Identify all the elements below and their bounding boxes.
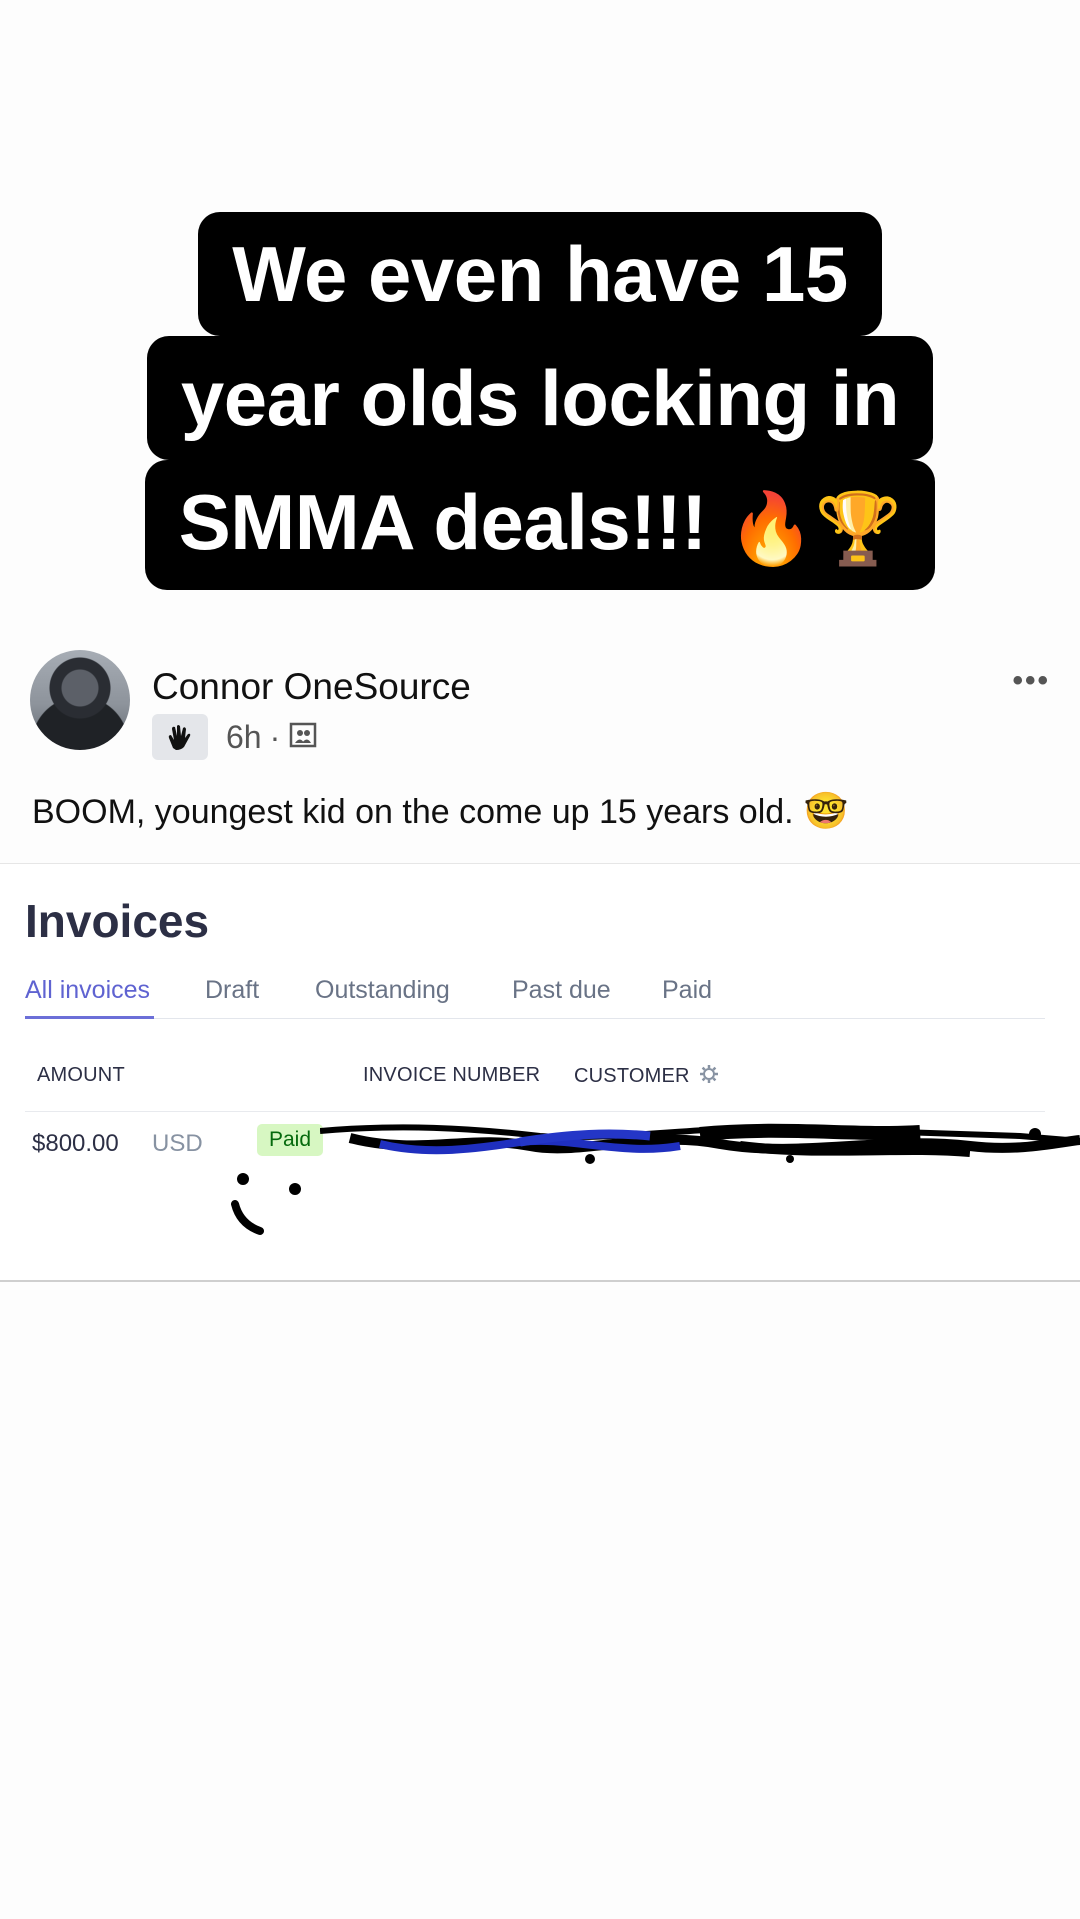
invoice-currency: USD — [152, 1130, 203, 1157]
waving-hand-icon[interactable] — [152, 714, 208, 760]
caption-line-2: year olds locking in — [146, 336, 934, 460]
more-options-icon[interactable]: ••• — [1012, 664, 1050, 698]
tab-all-invoices[interactable]: All invoices — [25, 976, 150, 1005]
column-invoice-number: INVOICE NUMBER — [363, 1064, 541, 1086]
group-audience-icon — [288, 720, 318, 755]
post-body: BOOM, youngest kid on the come up 15 yea… — [32, 790, 848, 832]
hand-drawn-mark — [231, 1173, 301, 1235]
nerd-face-emoji: 🤓 — [803, 791, 849, 832]
tab-past-due[interactable]: Past due — [512, 976, 611, 1005]
caption-line-1: We even have 15 — [198, 212, 882, 336]
post-text: BOOM, youngest kid on the come up 15 yea… — [32, 793, 794, 831]
caption-line-3: SMMA deals!!! — [178, 478, 707, 566]
fire-trophy-emoji: 🔥🏆 — [727, 487, 902, 570]
invoices-screenshot: Invoices All invoices Draft Outstanding … — [0, 864, 1080, 1280]
post-time[interactable]: 6h — [226, 719, 262, 756]
gear-icon[interactable] — [699, 1064, 719, 1084]
tab-outstanding[interactable]: Outstanding — [315, 976, 450, 1005]
status-badge: Paid — [257, 1124, 324, 1156]
tab-paid[interactable]: Paid — [662, 976, 712, 1005]
author-name[interactable]: Connor OneSource — [152, 666, 471, 708]
divider-bottom — [0, 1280, 1080, 1282]
column-amount: AMOUNT — [37, 1064, 125, 1086]
post-meta: 6h · — [152, 714, 318, 760]
avatar[interactable] — [30, 650, 130, 750]
table-header-divider — [25, 1111, 1045, 1112]
column-customer: CUSTOMER — [574, 1064, 719, 1088]
tab-draft[interactable]: Draft — [205, 976, 259, 1005]
column-customer-label: CUSTOMER — [574, 1065, 690, 1087]
invoices-title: Invoices — [25, 895, 210, 947]
post-header: Connor OneSource 6h · ••• — [30, 650, 1060, 760]
redaction-scribble — [320, 1123, 1080, 1164]
invoice-amount: $800.00 — [32, 1130, 119, 1157]
meta-separator: · — [269, 718, 281, 755]
invoice-tabs: All invoices Draft Outstanding Past due … — [25, 968, 1045, 1019]
caption-overlay: We even have 15 year olds locking in SMM… — [0, 212, 1080, 591]
active-tab-indicator — [25, 1016, 154, 1019]
caption-line-3-box: SMMA deals!!! 🔥🏆 — [144, 460, 936, 591]
